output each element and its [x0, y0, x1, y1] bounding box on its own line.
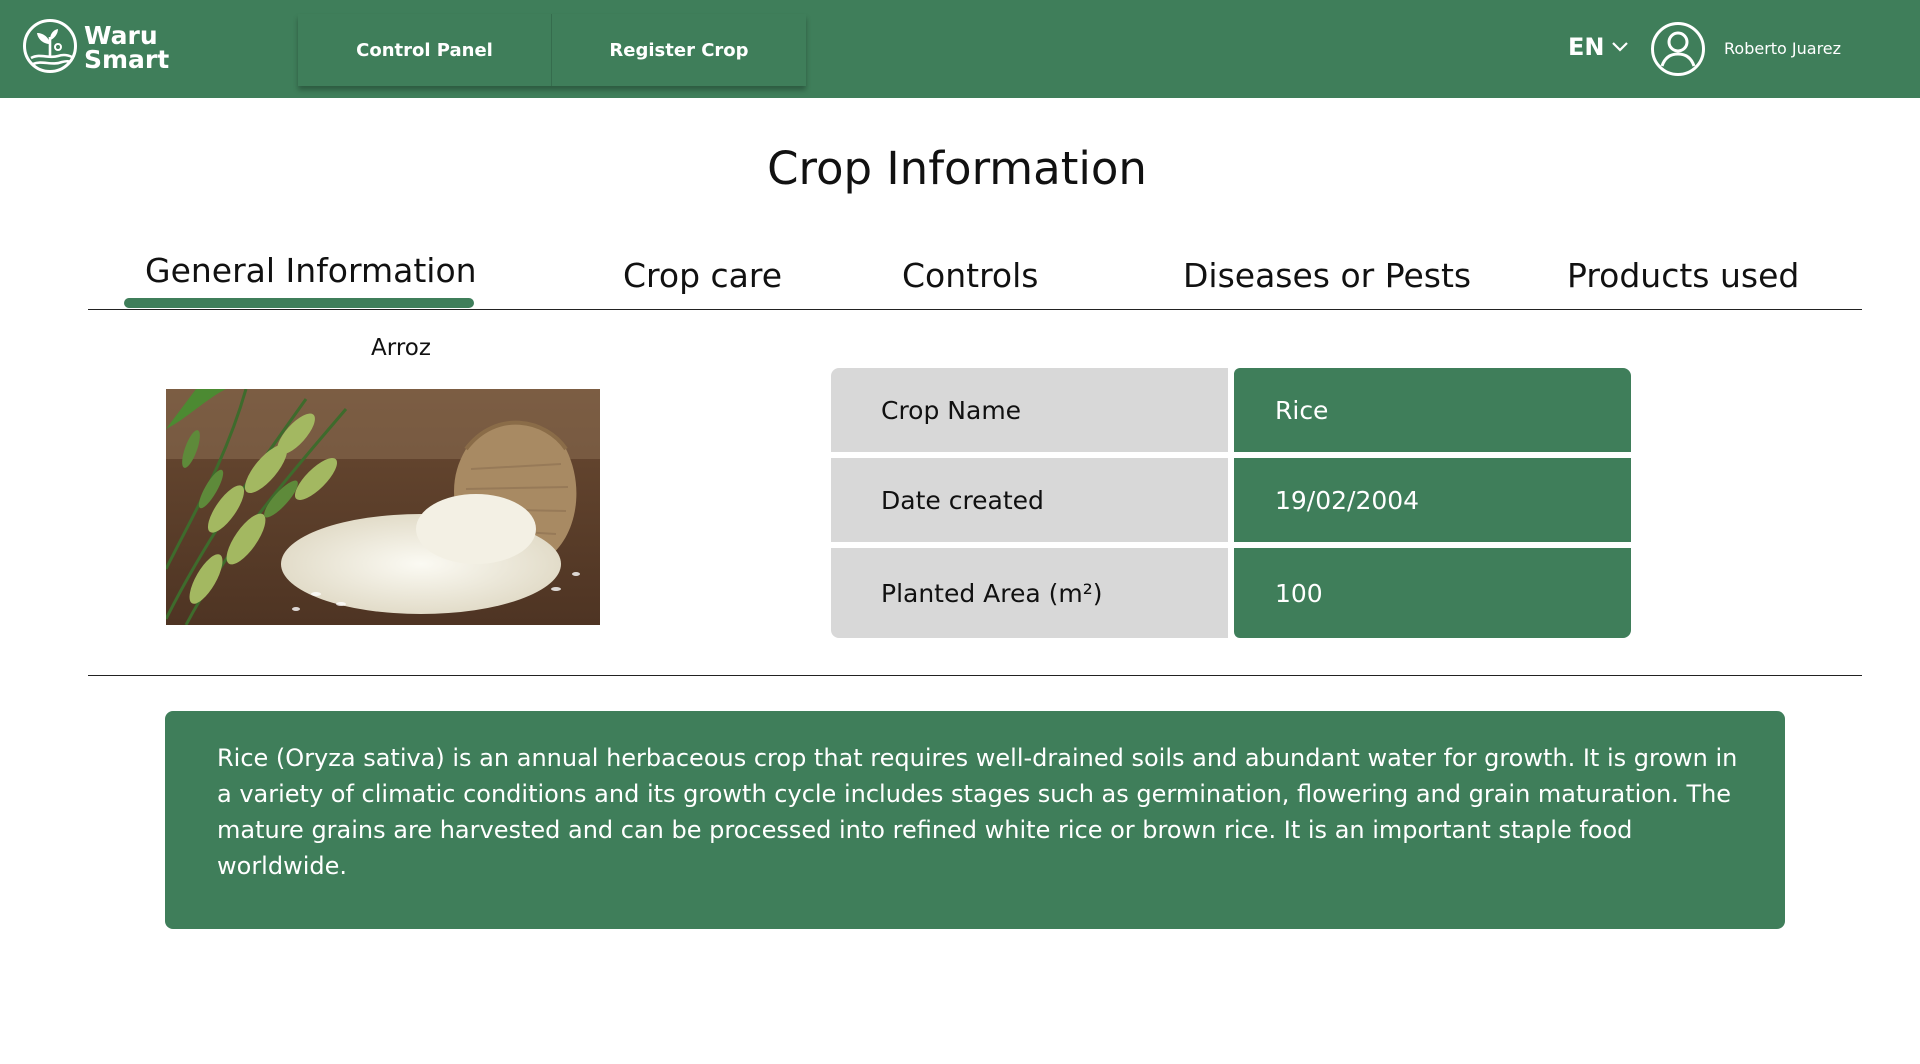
rice-illustration [166, 389, 600, 625]
page-title: Crop Information [767, 142, 1147, 195]
user-avatar-icon[interactable] [1650, 21, 1706, 77]
rice-photo [166, 389, 600, 625]
tab-general-information[interactable]: General Information [145, 251, 477, 290]
date-created-value: 19/02/2004 [1234, 458, 1631, 542]
nav-control-panel-button[interactable]: Control Panel [298, 14, 552, 86]
tabs-divider [88, 309, 1862, 310]
brand-line2: Smart [84, 45, 170, 74]
tab-diseases-or-pests[interactable]: Diseases or Pests [1183, 256, 1471, 295]
crop-description-text: Rice (Oryza sativa) is an annual herbace… [217, 744, 1738, 880]
tab-crop-care[interactable]: Crop care [623, 256, 782, 295]
tab-controls[interactable]: Controls [902, 256, 1038, 295]
plant-logo-icon [23, 19, 77, 73]
tab-products-used[interactable]: Products used [1567, 256, 1799, 295]
crop-name-label: Crop Name [831, 368, 1228, 452]
top-bar: Waru Smart Control Panel Register Crop E… [0, 0, 1920, 98]
user-name[interactable]: Roberto Juarez [1724, 39, 1841, 58]
row-separator [1234, 542, 1628, 546]
main-nav: Control Panel Register Crop [298, 14, 806, 86]
crop-description: Rice (Oryza sativa) is an annual herbace… [165, 711, 1785, 929]
language-label: EN [1568, 33, 1605, 61]
row-separator [1234, 452, 1628, 456]
date-created-label: Date created [831, 458, 1228, 542]
planted-area-label: Planted Area (m²) [831, 548, 1228, 638]
section-divider [88, 675, 1862, 676]
crop-image-caption: Arroz [371, 335, 431, 361]
waru-smart-logo[interactable]: Waru Smart [22, 17, 172, 79]
language-selector[interactable]: EN [1568, 33, 1629, 61]
brand-name: Waru Smart [84, 23, 170, 74]
planted-area-value: 100 [1234, 548, 1631, 638]
crop-name-value: Rice [1234, 368, 1631, 452]
chevron-down-icon [1612, 42, 1629, 52]
nav-register-crop-button[interactable]: Register Crop [552, 14, 806, 86]
active-tab-indicator [124, 298, 474, 308]
